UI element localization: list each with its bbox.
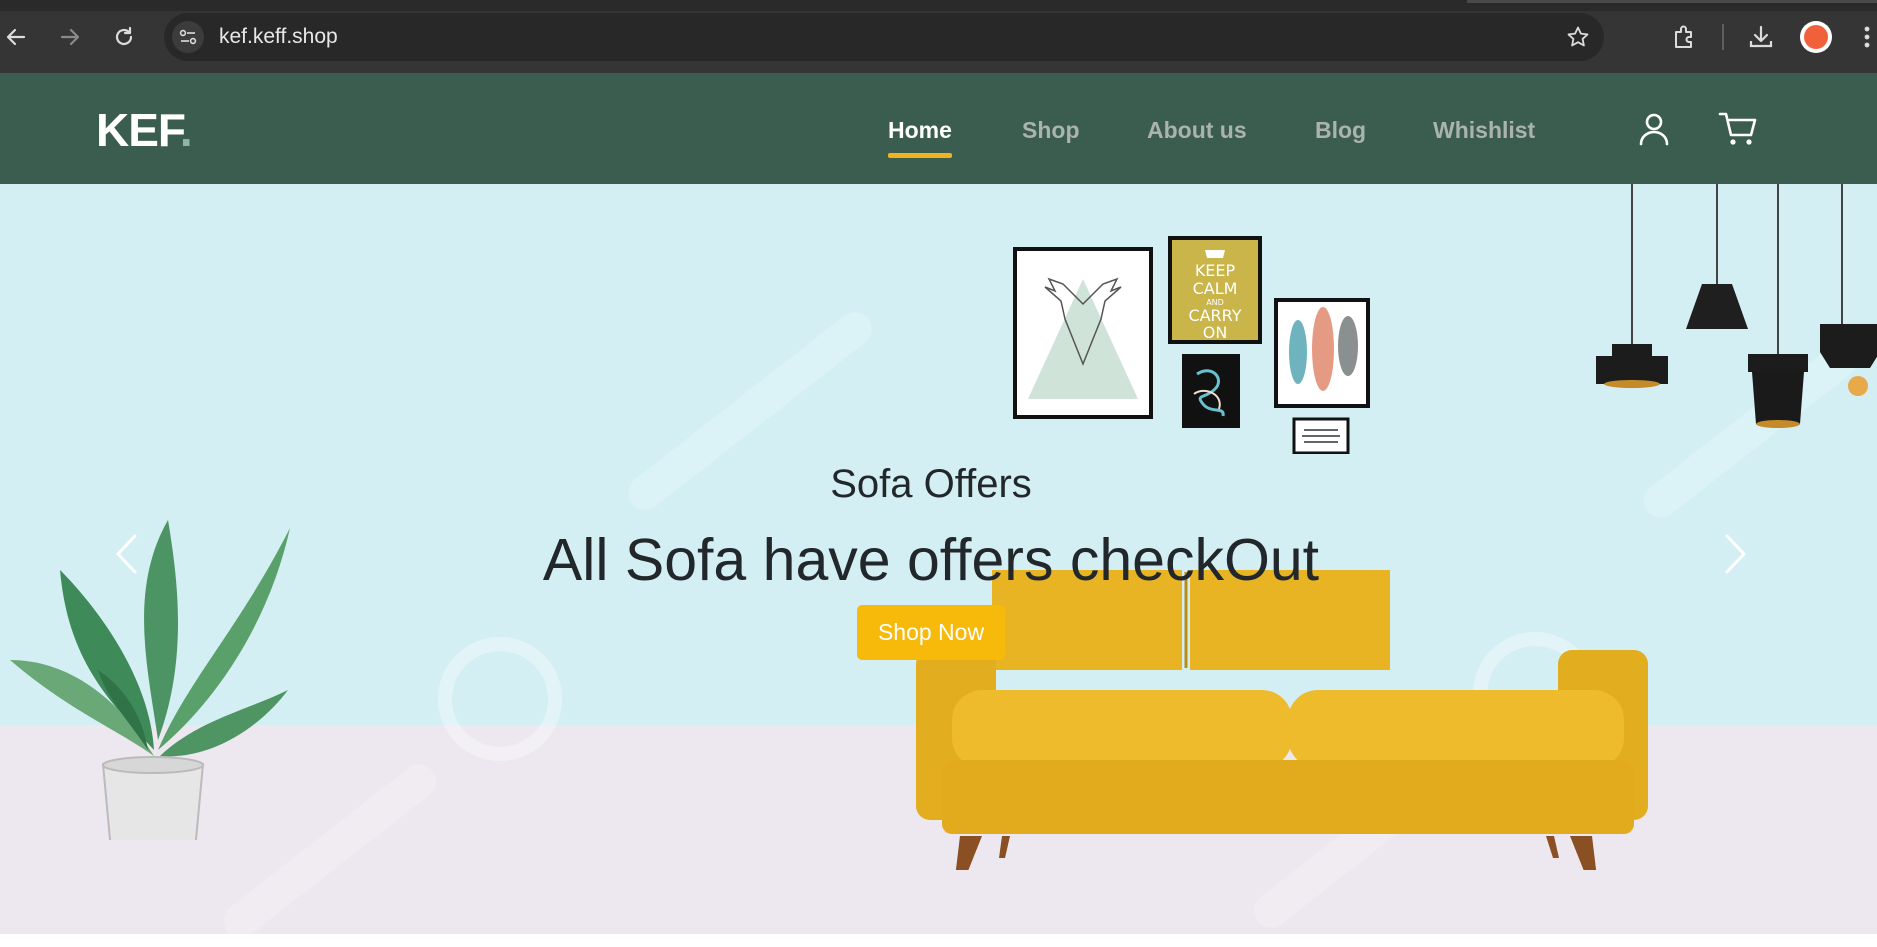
avatar-image <box>1804 25 1828 49</box>
site-logo[interactable]: KEF. <box>96 103 193 157</box>
cart-icon[interactable] <box>1718 109 1758 149</box>
address-bar[interactable]: kef.keff.shop <box>164 13 1604 61</box>
url-text[interactable]: kef.keff.shop <box>219 25 338 49</box>
nav-whishlist[interactable]: Whishlist <box>1433 117 1535 144</box>
hero-headline: All Sofa have offers checkOut <box>542 527 1320 593</box>
back-arrow-icon[interactable] <box>2 23 30 51</box>
svg-text:ON: ON <box>1203 323 1228 342</box>
toolbar-divider <box>1722 24 1724 50</box>
page-below-hero <box>0 934 1877 947</box>
svg-text:CALM: CALM <box>1193 279 1238 298</box>
wall-art-frames: KEEP CALM AND CARRY ON <box>1013 236 1370 454</box>
active-underline <box>888 153 952 158</box>
hero-subtitle: Sofa Offers <box>830 462 1032 506</box>
svg-text:KEEP: KEEP <box>1195 261 1236 280</box>
logo-dot: . <box>179 104 193 156</box>
pendant-lamps <box>1596 184 1877 428</box>
tab-strip <box>0 0 1877 11</box>
nav-about-us[interactable]: About us <box>1147 117 1247 144</box>
tab-edge <box>1467 0 1877 3</box>
forward-arrow-icon[interactable] <box>56 23 84 51</box>
hero-slider: KEEP CALM AND CARRY ON Sofa Offers All S… <box>0 184 1877 934</box>
nav-shop[interactable]: Shop <box>1022 117 1080 144</box>
sofa-image <box>916 570 1648 870</box>
quote-frame <box>1292 417 1350 454</box>
browser-toolbar: kef.keff.shop <box>0 0 1877 73</box>
site-header: KEF. Home Shop About us Blog Whishlist <box>0 73 1877 184</box>
prev-slide-arrow-icon[interactable] <box>108 532 144 576</box>
download-icon[interactable] <box>1747 23 1775 51</box>
user-icon[interactable] <box>1634 109 1674 149</box>
keep-calm-frame: KEEP CALM AND CARRY ON <box>1168 236 1262 344</box>
shop-now-button[interactable]: Shop Now <box>857 605 1005 660</box>
profile-avatar[interactable] <box>1800 21 1832 53</box>
next-slide-arrow-icon[interactable] <box>1718 532 1754 576</box>
nav-blog[interactable]: Blog <box>1315 117 1366 144</box>
nav-home-label: Home <box>888 117 952 143</box>
site-info-icon[interactable] <box>172 21 204 53</box>
reload-icon[interactable] <box>110 23 138 51</box>
logo-text: KEF <box>96 104 181 156</box>
deer-frame <box>1013 247 1153 419</box>
nav-home[interactable]: Home <box>888 117 952 158</box>
bookmark-star-icon[interactable] <box>1564 23 1592 51</box>
feathers-frame <box>1274 298 1370 408</box>
extensions-icon[interactable] <box>1670 23 1698 51</box>
menu-dots-icon[interactable] <box>1860 23 1874 51</box>
abstract-frame <box>1182 354 1240 428</box>
